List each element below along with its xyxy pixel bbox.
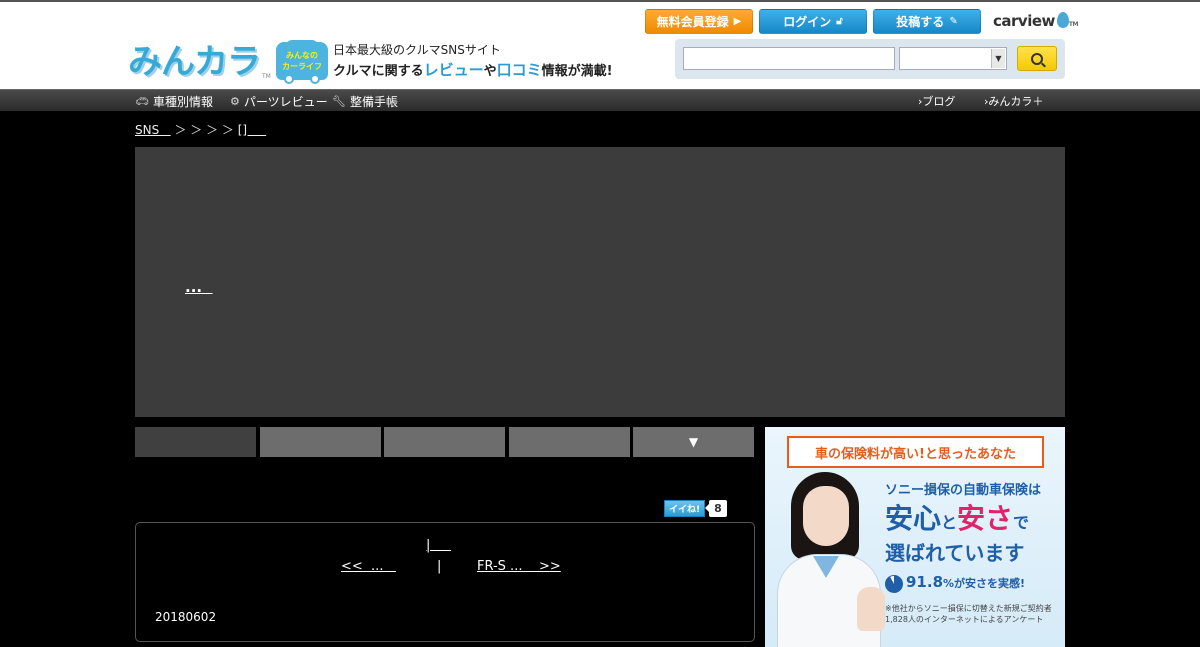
site-header: みんカラ TM みんなの カーライフ 日本最大級のクルマSNSサイト クルマに関…	[0, 0, 1200, 89]
ad-footnote: ※他社からソニー損保に切替えた新規ご契約者1,828人のインターネットによるアン…	[885, 604, 1052, 624]
pen-icon: ✎	[949, 16, 958, 27]
tab-2[interactable]	[260, 427, 381, 457]
ad-stat: 91.8%が安さを実感!	[906, 573, 1026, 591]
play-icon: ▶	[733, 16, 742, 27]
post-button[interactable]: 投稿する ✎	[873, 9, 981, 34]
register-button[interactable]: 無料会員登録 ▶	[645, 9, 753, 34]
logo-text: みんカラ	[128, 42, 261, 82]
like-count: 8	[705, 500, 727, 517]
pie-chart-icon	[885, 575, 903, 593]
search-button[interactable]	[1017, 46, 1057, 71]
logo-trademark: TM	[262, 73, 271, 80]
like-button[interactable]: イイね!	[664, 500, 706, 517]
car-icon: 🚗︎	[135, 95, 149, 108]
ad-hand-image	[857, 587, 885, 631]
search-input[interactable]	[683, 47, 895, 70]
prev-entry-link[interactable]: << ...	[341, 559, 396, 574]
breadcrumb-separators: ＞ ＞ ＞ ＞	[170, 123, 238, 137]
nav-item-blog[interactable]: ›ブログ	[918, 93, 955, 109]
global-nav: 🚗︎ 車種別情報 ⚙ パーツレビュー 🔧︎ 整備手帳 ›ブログ ›みんカラ＋	[0, 89, 1200, 111]
ad-line1: ソニー損保の自動車保険は	[885, 483, 1042, 498]
profile-banner: ...	[135, 147, 1065, 417]
breadcrumb-current[interactable]: []	[238, 123, 266, 137]
tab-1[interactable]	[135, 427, 256, 457]
entry-nav-divider: |	[437, 559, 442, 574]
search-icon	[1031, 52, 1043, 65]
breadcrumb-root[interactable]: SNS	[135, 123, 171, 137]
login-button[interactable]: ログイン 🔓︎	[759, 9, 867, 34]
badge-line1: みんなの	[286, 51, 318, 60]
next-entry-link[interactable]: FR-S ... >>	[477, 559, 561, 574]
wrench-icon: 🔧︎	[332, 95, 346, 108]
banner-title[interactable]: ...	[185, 278, 213, 296]
lock-icon: 🔓︎	[836, 16, 843, 27]
ad-line2: 安心と安さで	[885, 502, 1030, 535]
car-life-badge-icon: みんなの カーライフ	[276, 40, 328, 84]
nav-item-car-info[interactable]: 🚗︎ 車種別情報	[135, 93, 213, 110]
breadcrumb: SNS ＞ ＞ ＞ ＞ []	[135, 121, 266, 138]
tab-3[interactable]	[384, 427, 505, 457]
ad-headline: 車の保険料が高い!と思ったあなた	[787, 436, 1044, 468]
carview-logo[interactable]: carview TM	[993, 12, 1078, 30]
entry-date: 20180602	[155, 610, 217, 624]
search-area: ▼	[675, 39, 1065, 79]
gear-icon: ⚙	[230, 95, 240, 108]
search-category-select[interactable]: ▼	[899, 47, 1007, 70]
tagline-secondary: クルマに関するレビューや口コミ情報が満載!	[333, 61, 613, 79]
site-logo[interactable]: みんカラ TM	[128, 40, 271, 82]
chevron-down-icon[interactable]: ▼	[991, 49, 1005, 68]
like-widget: イイね! 8	[664, 500, 727, 517]
tab-more[interactable]: ▼	[633, 427, 754, 457]
blog-entry-panel: | << ... | FR-S ... >> 20180602	[135, 522, 755, 642]
tab-4[interactable]	[509, 427, 630, 457]
nav-item-minkara-plus[interactable]: ›みんカラ＋	[984, 93, 1043, 109]
tagline-primary: 日本最大級のクルマSNSサイト	[333, 43, 501, 57]
nav-item-maintenance[interactable]: 🔧︎ 整備手帳	[332, 93, 398, 110]
badge-line2: カーライフ	[282, 62, 322, 71]
entry-list-link[interactable]: |	[426, 538, 451, 553]
ad-line3: 選ばれています	[885, 541, 1025, 565]
carview-drop-icon	[1056, 12, 1069, 28]
nav-item-parts-review[interactable]: ⚙ パーツレビュー	[230, 93, 328, 110]
insurance-ad[interactable]: 車の保険料が高い!と思ったあなた ソニー損保の自動車保険は 安心と安さで 選ばれ…	[765, 427, 1065, 647]
